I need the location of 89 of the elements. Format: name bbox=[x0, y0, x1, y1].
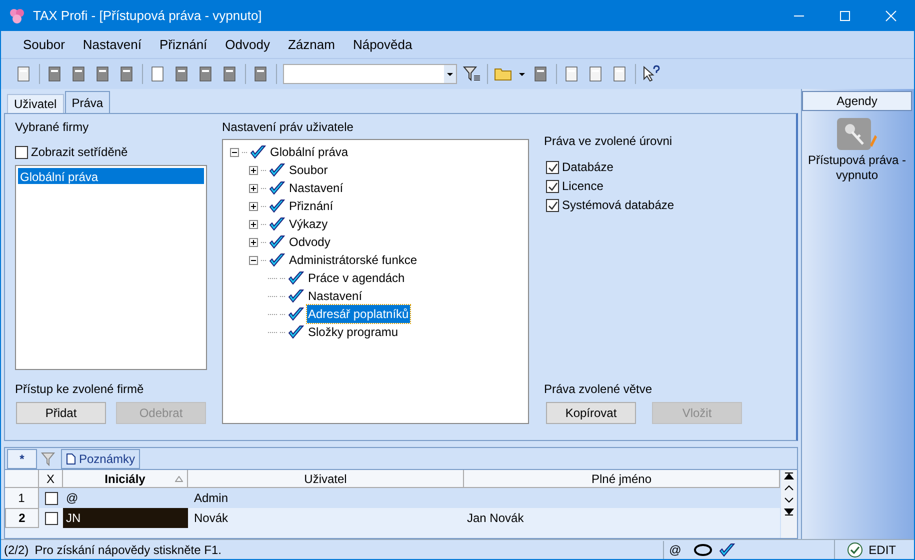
row-number: 1 bbox=[5, 488, 39, 508]
document-icon bbox=[66, 452, 76, 464]
button[interactable]: Kopírovat bbox=[546, 402, 636, 424]
checkmark-icon bbox=[269, 235, 285, 249]
checkmark-icon bbox=[288, 289, 304, 303]
status-message: Pro získání nápovědy stiskněte F1. bbox=[34, 542, 222, 558]
expand-icon[interactable] bbox=[249, 184, 258, 192]
row-checkbox[interactable] bbox=[44, 512, 58, 524]
checkmark-icon bbox=[269, 253, 285, 267]
sort-ascending-icon bbox=[175, 476, 183, 482]
chevron-up-icon[interactable] bbox=[783, 483, 795, 493]
checkmark-icon bbox=[288, 271, 304, 285]
table-cell: JN bbox=[63, 508, 188, 528]
menu-item[interactable]: Soubor bbox=[23, 34, 65, 54]
tree-item[interactable]: Odvody bbox=[288, 233, 332, 251]
expand-icon[interactable] bbox=[249, 238, 258, 246]
tab[interactable]: Práva bbox=[64, 91, 110, 113]
agenda-label[interactable]: Přístupová práva - vypnuto bbox=[802, 153, 912, 183]
checkbox[interactable] bbox=[15, 146, 28, 158]
checkbox[interactable] bbox=[546, 180, 559, 192]
expand-icon[interactable] bbox=[249, 166, 258, 174]
tab[interactable]: Uživatel bbox=[7, 94, 64, 113]
column-header[interactable]: Plné jméno bbox=[464, 470, 780, 487]
first-record-icon[interactable] bbox=[783, 471, 795, 481]
checkbox-label[interactable]: Databáze bbox=[562, 158, 614, 176]
expand-icon[interactable] bbox=[249, 220, 258, 228]
dropdown-caret-icon bbox=[444, 65, 456, 83]
tree-item[interactable]: Adresář poplatníků bbox=[307, 305, 410, 323]
column-header[interactable]: X bbox=[39, 470, 63, 487]
menu-item[interactable]: Záznam bbox=[288, 34, 335, 54]
button[interactable]: Přidat bbox=[16, 402, 106, 424]
section-title: Práva ve zvolené úrovni bbox=[544, 133, 674, 150]
checkmark-icon bbox=[269, 217, 285, 231]
column-header[interactable]: Iniciály bbox=[63, 470, 188, 487]
section-title: Práva zvolené větve bbox=[544, 381, 654, 398]
checkmark-icon bbox=[269, 163, 285, 177]
tree-item[interactable]: Výkazy bbox=[288, 215, 329, 233]
notes-tab[interactable]: Poznámky bbox=[61, 448, 140, 468]
tree-item[interactable]: Globální práva bbox=[269, 143, 350, 161]
section-title: Vybrané firmy bbox=[15, 119, 90, 136]
checkbox-label[interactable]: Licence bbox=[562, 177, 604, 195]
table-cell-text: @ bbox=[65, 490, 80, 507]
tree-item[interactable]: Nastavení bbox=[288, 179, 344, 197]
scrollbar[interactable] bbox=[781, 470, 797, 538]
checkmark-icon bbox=[288, 307, 304, 321]
collapse-icon[interactable] bbox=[249, 256, 258, 264]
checkmark-icon bbox=[250, 145, 266, 159]
section-title: Nastavení práv uživatele bbox=[222, 119, 354, 136]
chevron-down-icon[interactable] bbox=[783, 495, 795, 505]
panel-header: Agendy bbox=[802, 91, 912, 111]
tree-item[interactable]: Složky programu bbox=[307, 323, 400, 341]
menu-item[interactable]: Nápověda bbox=[352, 34, 412, 54]
window-title: TAX Profi - [Přístupová práva - vypnuto] bbox=[33, 7, 262, 26]
checkmark-icon bbox=[288, 325, 304, 339]
record-count: (2/2) bbox=[3, 542, 29, 558]
menu-item[interactable]: Nastavení bbox=[82, 34, 142, 54]
table-row[interactable]: 1 @ Admin bbox=[5, 488, 780, 508]
expand-icon[interactable] bbox=[249, 202, 258, 210]
tree-item[interactable]: Administrátorské funkce bbox=[288, 251, 418, 269]
section-title: Přístup ke zvolené firmě bbox=[15, 381, 145, 398]
filter-icon[interactable] bbox=[463, 65, 481, 83]
checkbox[interactable] bbox=[546, 160, 559, 174]
menu-item[interactable]: Přiznání bbox=[159, 34, 208, 54]
list-item[interactable]: Globální práva bbox=[18, 168, 204, 184]
row-number: 2 bbox=[5, 508, 39, 528]
menu-item[interactable]: Odvody bbox=[225, 34, 270, 54]
checkmark-icon bbox=[269, 181, 285, 195]
tree-item[interactable]: Práce v agendách bbox=[307, 269, 406, 287]
tree-item[interactable]: Nastavení bbox=[307, 287, 364, 305]
table-cell-text: Jan Novák bbox=[466, 510, 525, 527]
checkbox-label[interactable]: Zobrazit setříděně bbox=[31, 143, 128, 161]
app-logo-icon bbox=[9, 8, 25, 24]
column-header[interactable]: Uživatel bbox=[188, 470, 464, 487]
row-checkbox[interactable] bbox=[44, 492, 58, 504]
checkbox[interactable] bbox=[546, 198, 559, 212]
table-cell-text: Admin bbox=[193, 490, 230, 507]
tree-item[interactable]: Soubor bbox=[288, 161, 329, 179]
checkmark-icon bbox=[269, 199, 285, 213]
checkmark-icon bbox=[718, 542, 735, 556]
collapse-icon[interactable] bbox=[230, 148, 239, 156]
new-record-tab[interactable]: * bbox=[7, 448, 37, 468]
status-email: @ bbox=[662, 540, 687, 558]
last-record-icon[interactable] bbox=[783, 507, 795, 517]
checkbox-label[interactable]: Systémová databáze bbox=[562, 196, 674, 214]
edit-mode: EDIT bbox=[868, 542, 896, 558]
tree-item[interactable]: Přiznání bbox=[288, 197, 334, 215]
ok-circle-icon bbox=[846, 542, 863, 558]
table-cell-text: Novák bbox=[193, 510, 230, 527]
help-pointer-icon[interactable] bbox=[642, 65, 660, 83]
